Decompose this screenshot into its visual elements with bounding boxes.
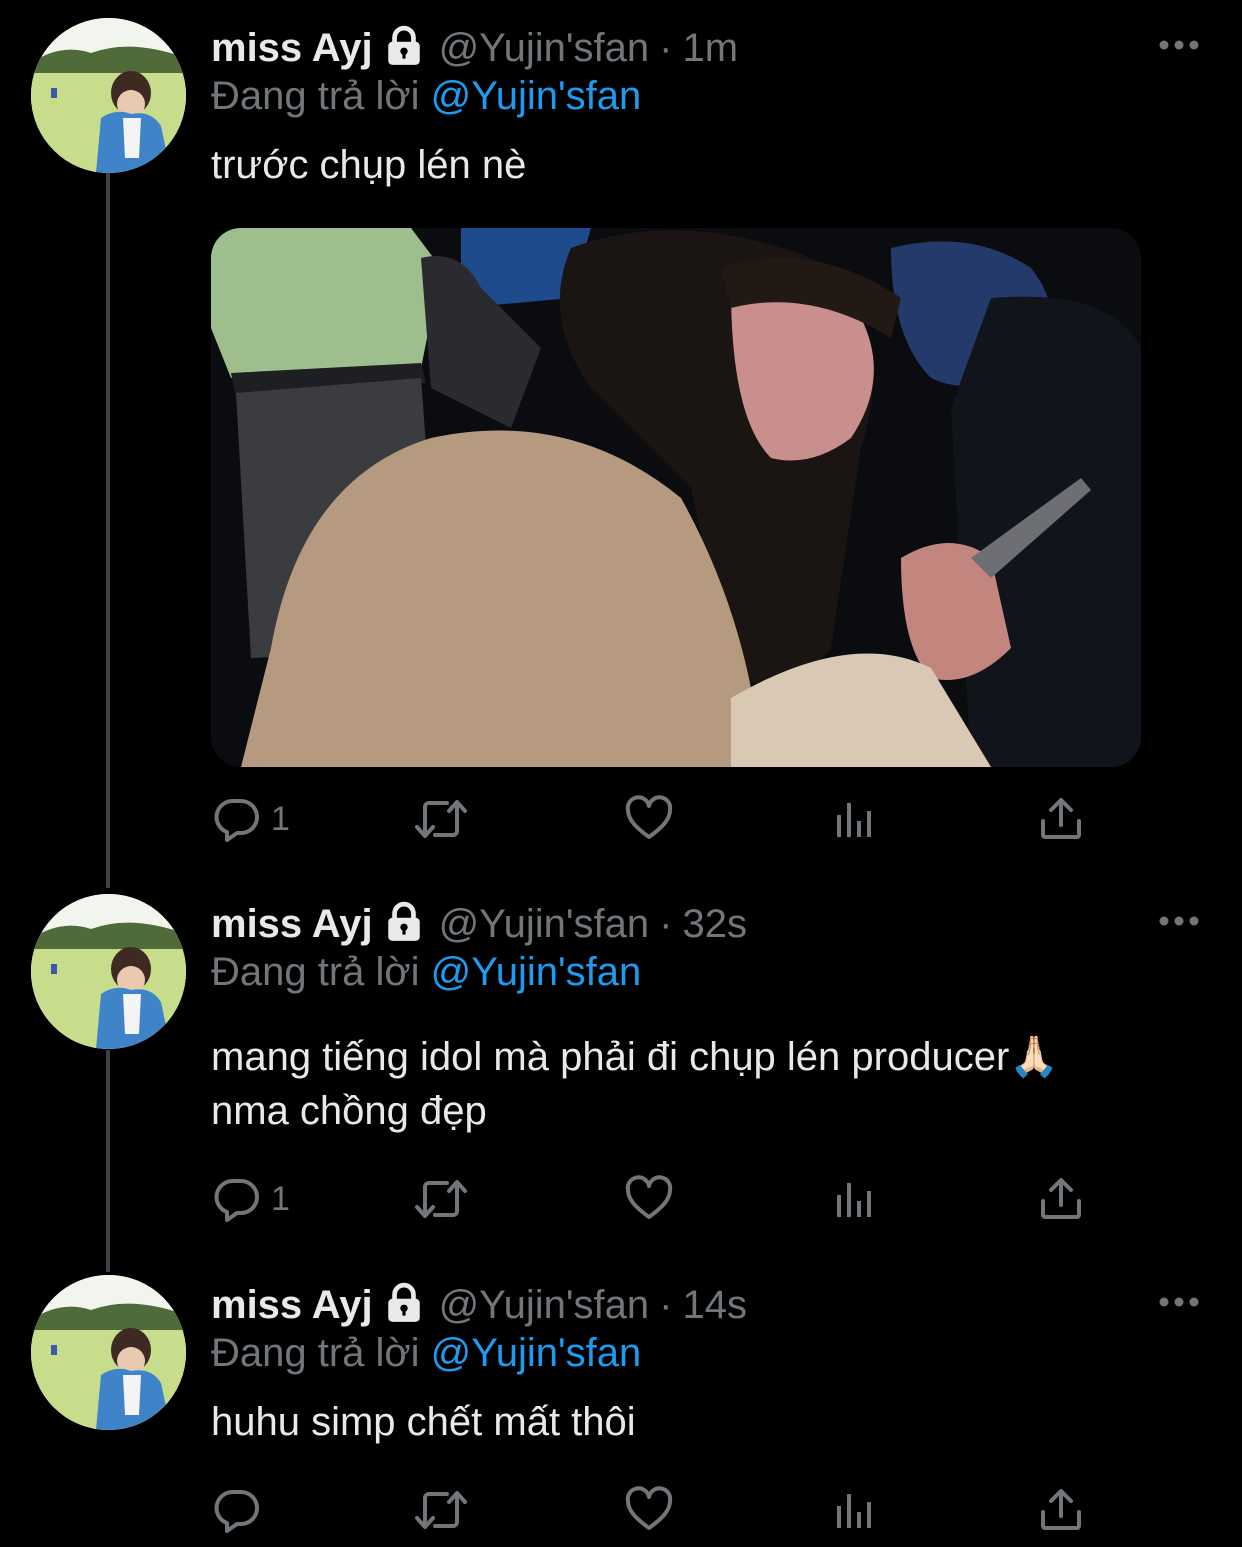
tweet[interactable]: miss Ayj @Yujin'sfan · 14s Đang trả lời … [0,1275,1242,1547]
reply-count: 1 [271,799,290,838]
reply-button[interactable] [213,1485,271,1535]
avatar[interactable] [31,894,186,1049]
separator: · [659,901,673,946]
reply-button[interactable]: 1 [213,1174,290,1224]
timestamp[interactable]: 14s [682,1283,747,1328]
username[interactable]: @Yujin'sfan [439,1283,650,1328]
tweet[interactable]: miss Ayj @Yujin'sfan · 32s Đang trả lời … [0,894,1242,1234]
retweet-button[interactable] [413,1485,469,1535]
retweet-icon [413,795,469,843]
display-name[interactable]: miss Ayj [211,902,373,947]
analytics-icon [831,1486,879,1534]
separator: · [659,25,673,70]
analytics-button[interactable] [831,794,879,844]
like-button[interactable] [625,1485,673,1535]
tweet-text: trước chụp lén nè [211,143,527,187]
reply-icon [213,795,261,843]
tweet-text: mang tiếng idol mà phải đi chụp lén prod… [211,1030,1201,1138]
more-icon[interactable] [1158,38,1200,50]
tweet-actions [211,1485,1111,1535]
photo-image [211,228,1141,767]
reply-mention-link[interactable]: @Yujin'sfan [431,74,642,118]
avatar[interactable] [31,1275,186,1430]
tweet-actions: 1 [211,794,1111,844]
like-button[interactable] [625,1174,673,1224]
tweet-text-line: mang tiếng idol mà phải đi chụp lén prod… [211,1035,1060,1079]
tweet-text: huhu simp chết mất thôi [211,1400,636,1444]
reply-count: 1 [271,1179,290,1218]
more-icon[interactable] [1158,914,1200,926]
display-name[interactable]: miss Ayj [211,1283,373,1328]
lock-icon [383,901,425,948]
heart-icon [625,795,673,843]
tweet-actions: 1 [211,1174,1111,1224]
reply-mention-link[interactable]: @Yujin'sfan [431,950,642,994]
reply-button[interactable]: 1 [213,794,290,844]
retweet-button[interactable] [413,794,469,844]
replying-to: Đang trả lời @Yujin'sfan [211,950,641,995]
share-icon [1037,795,1085,843]
replying-to-label: Đang trả lời [211,1331,420,1375]
retweet-icon [413,1486,469,1534]
analytics-icon [831,795,879,843]
timestamp[interactable]: 1m [682,26,738,71]
share-icon [1037,1486,1085,1534]
display-name[interactable]: miss Ayj [211,26,373,71]
share-button[interactable] [1037,1485,1085,1535]
share-button[interactable] [1037,794,1085,844]
analytics-button[interactable] [831,1485,879,1535]
reply-icon [213,1175,261,1223]
avatar[interactable] [31,18,186,173]
tweet-header: miss Ayj @Yujin'sfan · 1m [211,18,738,78]
tweet-photo[interactable] [211,228,1141,767]
replying-to-label: Đang trả lời [211,950,420,994]
replying-to: Đang trả lời @Yujin'sfan [211,1331,641,1376]
share-button[interactable] [1037,1174,1085,1224]
separator: · [659,1282,673,1327]
analytics-button[interactable] [831,1174,879,1224]
like-button[interactable] [625,794,673,844]
replying-to-label: Đang trả lời [211,74,420,118]
tweet-text-line: nma chồng đẹp [211,1089,487,1133]
more-icon[interactable] [1158,1295,1200,1307]
tweet[interactable]: miss Ayj @Yujin'sfan · 1m Đang trả lời @… [0,18,1242,858]
username[interactable]: @Yujin'sfan [439,26,650,71]
analytics-icon [831,1175,879,1223]
reply-icon [213,1486,261,1534]
reply-mention-link[interactable]: @Yujin'sfan [431,1331,642,1375]
tweet-header: miss Ayj @Yujin'sfan · 32s [211,894,747,954]
lock-icon [383,25,425,72]
username[interactable]: @Yujin'sfan [439,902,650,947]
lock-icon [383,1282,425,1329]
timestamp[interactable]: 32s [682,902,747,947]
share-icon [1037,1175,1085,1223]
replying-to: Đang trả lời @Yujin'sfan [211,74,641,119]
tweet-header: miss Ayj @Yujin'sfan · 14s [211,1275,747,1335]
heart-icon [625,1486,673,1534]
heart-icon [625,1175,673,1223]
retweet-icon [413,1175,469,1223]
retweet-button[interactable] [413,1174,469,1224]
